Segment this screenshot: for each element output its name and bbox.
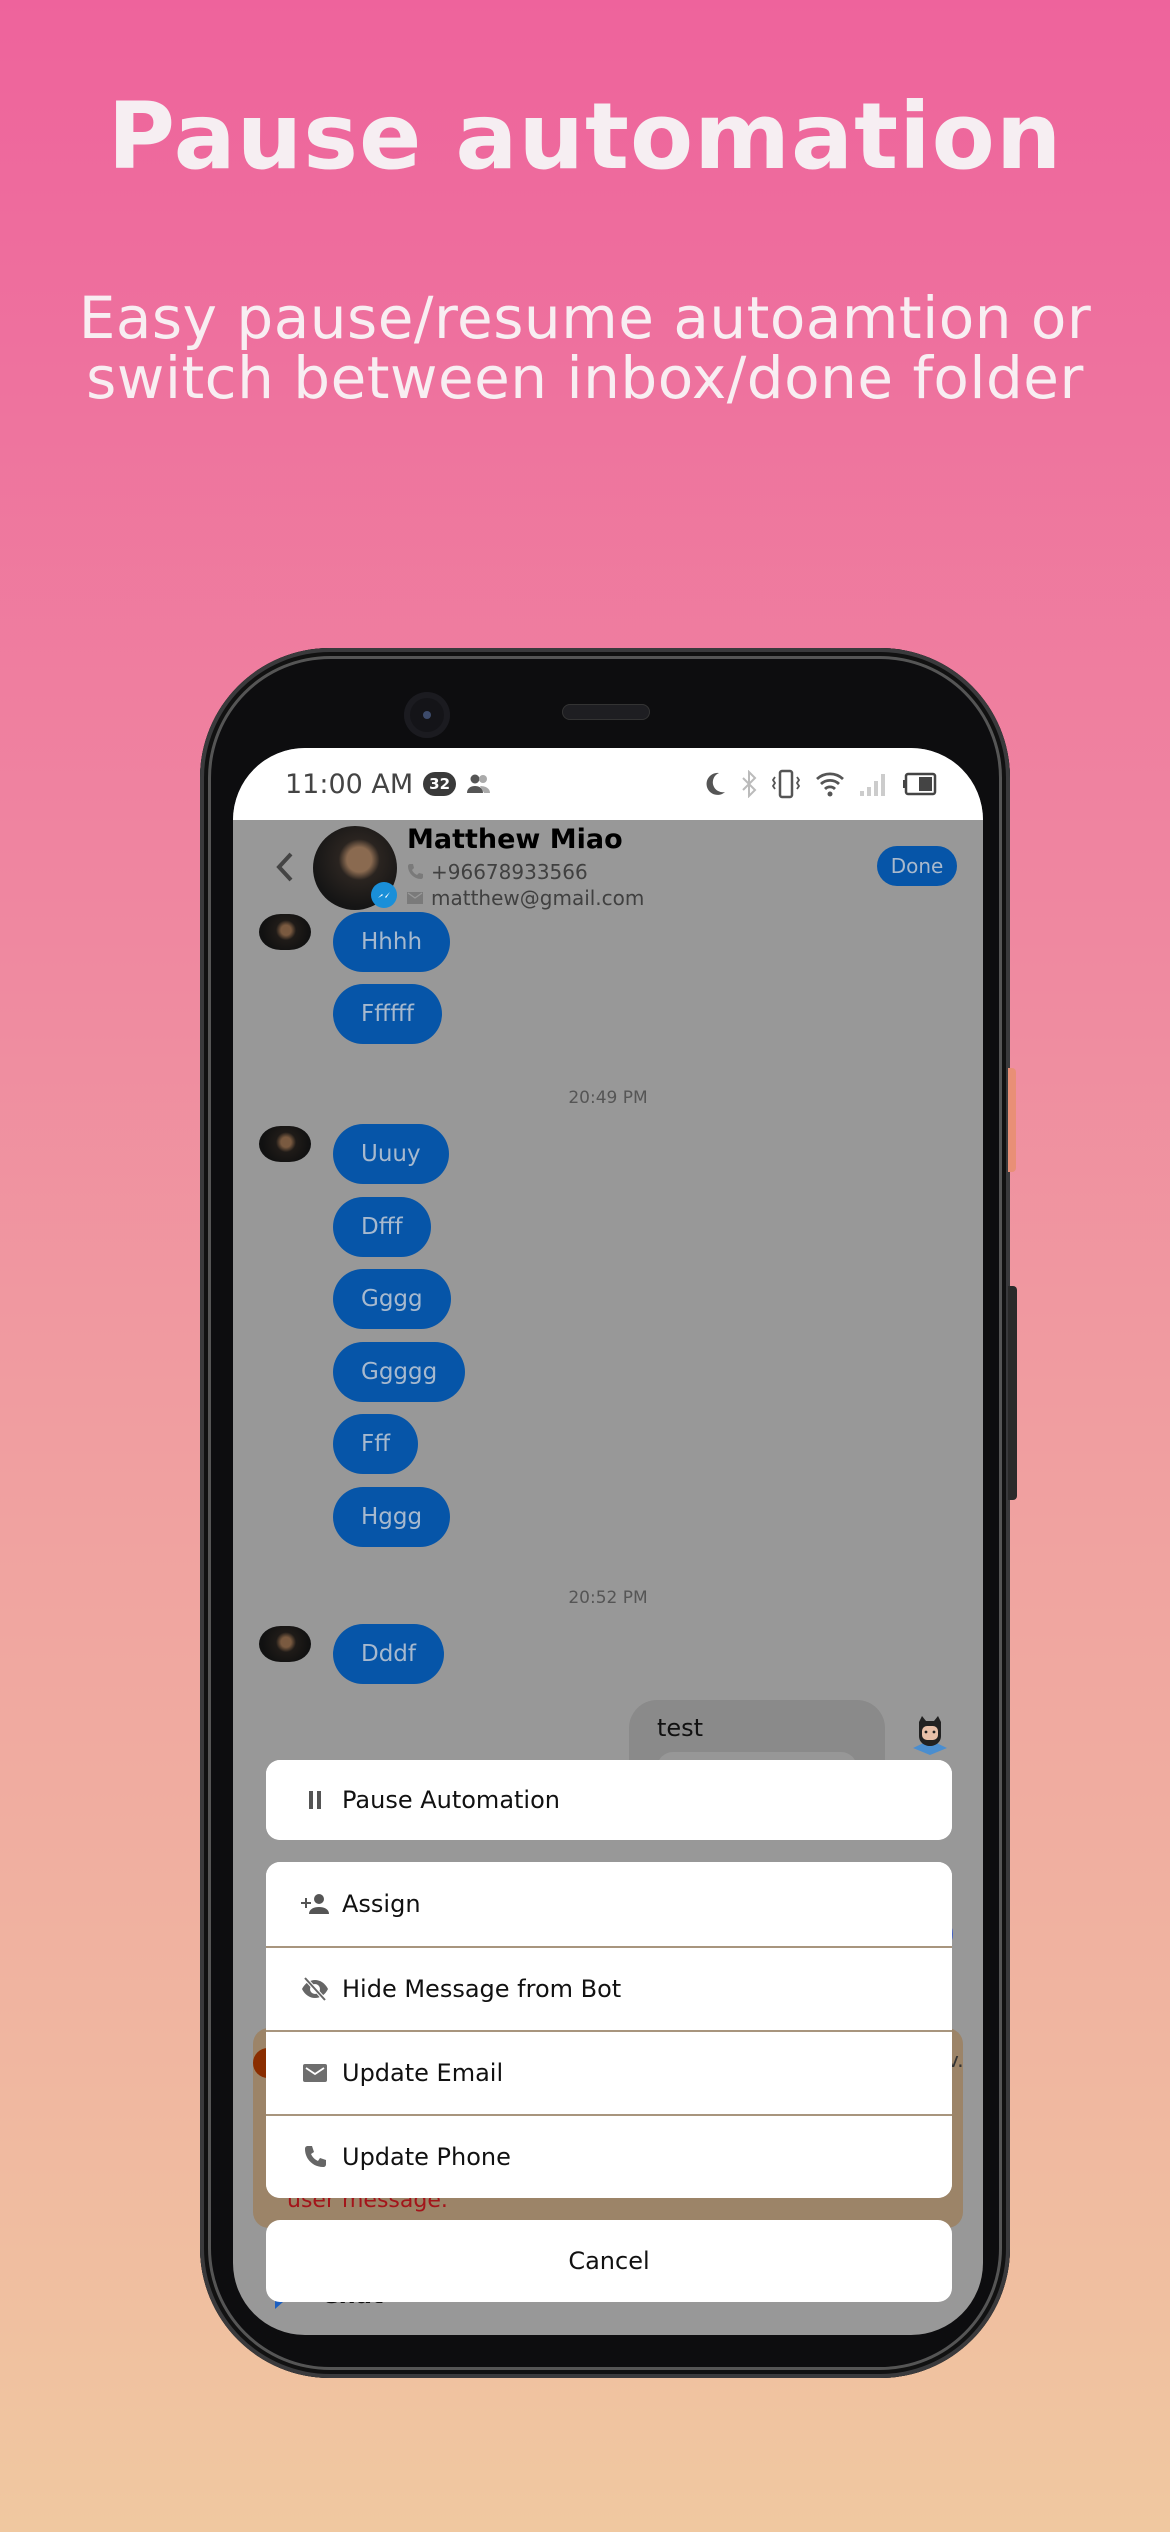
message-row: Gggg — [233, 1269, 983, 1329]
pause-icon — [300, 1785, 330, 1815]
status-bar: 11:00 AM 32 — [233, 748, 983, 820]
assign-option[interactable]: Assign — [266, 1862, 952, 1946]
people-icon — [467, 774, 491, 793]
promo-title: Pause automation — [107, 83, 1063, 190]
back-arrow-icon[interactable] — [273, 850, 297, 884]
incoming-message[interactable]: Dfff — [333, 1197, 431, 1257]
promo-subtitle: Easy pause/resume autoamtion or switch b… — [0, 288, 1170, 408]
outgoing-message-text: test — [657, 1714, 704, 1742]
status-time: 11:00 AM — [285, 768, 414, 800]
timestamp: 20:52 PM — [568, 1588, 648, 1608]
option-label: Update Phone — [342, 2143, 511, 2171]
bluetooth-icon — [742, 770, 757, 798]
wifi-icon — [816, 772, 844, 797]
signal-icon — [860, 774, 885, 796]
message-row: Fff — [233, 1414, 983, 1474]
contact-name: Matthew Miao — [407, 824, 623, 855]
message-row: Hhhh — [233, 912, 983, 972]
email-icon — [300, 2058, 330, 2088]
vibrate-icon — [771, 769, 801, 799]
bot-avatar-icon — [913, 1716, 947, 1755]
incoming-message[interactable]: Hhhh — [333, 912, 451, 972]
promo-subtitle-line: Easy pause/resume autoamtion or — [78, 284, 1092, 352]
done-button[interactable]: Done — [877, 846, 957, 886]
option-label: Update Email — [342, 2059, 504, 2087]
sender-avatar — [259, 1626, 311, 1662]
incoming-message[interactable]: Ggggg — [333, 1342, 466, 1402]
messenger-icon — [371, 882, 397, 908]
update-phone-option[interactable]: Update Phone — [266, 2114, 952, 2198]
notification-count-badge: 32 — [423, 772, 457, 796]
update-email-option[interactable]: Update Email — [266, 2030, 952, 2114]
phone-icon — [300, 2142, 330, 2172]
earpiece-speaker — [562, 704, 650, 720]
person-add-icon — [300, 1889, 330, 1919]
promo-subtitle-line: switch between inbox/done folder — [86, 344, 1084, 412]
cancel-button[interactable]: Cancel — [266, 2220, 952, 2302]
front-camera — [404, 692, 450, 738]
message-row: Uuuy — [233, 1124, 983, 1184]
option-label: Assign — [342, 1890, 421, 1918]
option-label: Pause Automation — [342, 1786, 560, 1814]
incoming-message[interactable]: Fff — [333, 1414, 419, 1474]
incoming-message[interactable]: Uuuy — [333, 1124, 449, 1184]
contact-email: matthew@gmail.com — [431, 886, 645, 910]
phone-screen: 11:00 AM 32 Matthew Miao +96678933566 ma… — [233, 748, 983, 2335]
incoming-message[interactable]: Gggg — [333, 1269, 451, 1329]
incoming-message[interactable]: Dddf — [333, 1624, 445, 1684]
sender-avatar — [259, 1126, 311, 1162]
status-icons — [703, 769, 937, 799]
conversation-header: Matthew Miao +96678933566 matthew@gmail.… — [233, 820, 983, 912]
eye-off-icon — [300, 1974, 330, 2004]
action-sheet-options: Assign Hide Message from Bot Update Emai… — [266, 1862, 952, 2198]
message-row: Dfff — [233, 1197, 983, 1257]
contact-email-row: matthew@gmail.com — [407, 886, 644, 910]
hide-message-from-bot-option[interactable]: Hide Message from Bot — [266, 1946, 952, 2030]
message-row: Hggg — [233, 1487, 983, 1547]
sender-avatar — [259, 914, 311, 950]
battery-icon — [903, 772, 937, 796]
volume-button — [1008, 1286, 1017, 1500]
moon-icon — [706, 772, 725, 795]
contact-phone: +96678933566 — [431, 860, 588, 884]
power-button — [1008, 1068, 1016, 1172]
message-row: Ggggg — [233, 1342, 983, 1402]
action-sheet-primary: Pause Automation — [266, 1760, 952, 1840]
pause-automation-option[interactable]: Pause Automation — [266, 1760, 952, 1840]
incoming-message[interactable]: Ffffff — [333, 984, 443, 1044]
contact-phone-row: +96678933566 — [407, 860, 588, 884]
timestamp: 20:49 PM — [568, 1088, 648, 1108]
incoming-message[interactable]: Hggg — [333, 1487, 451, 1547]
option-label: Hide Message from Bot — [342, 1975, 622, 2003]
email-icon — [407, 892, 423, 904]
message-row: Ffffff — [233, 984, 983, 1044]
phone-icon — [408, 864, 423, 879]
message-row: Dddf — [233, 1624, 983, 1684]
